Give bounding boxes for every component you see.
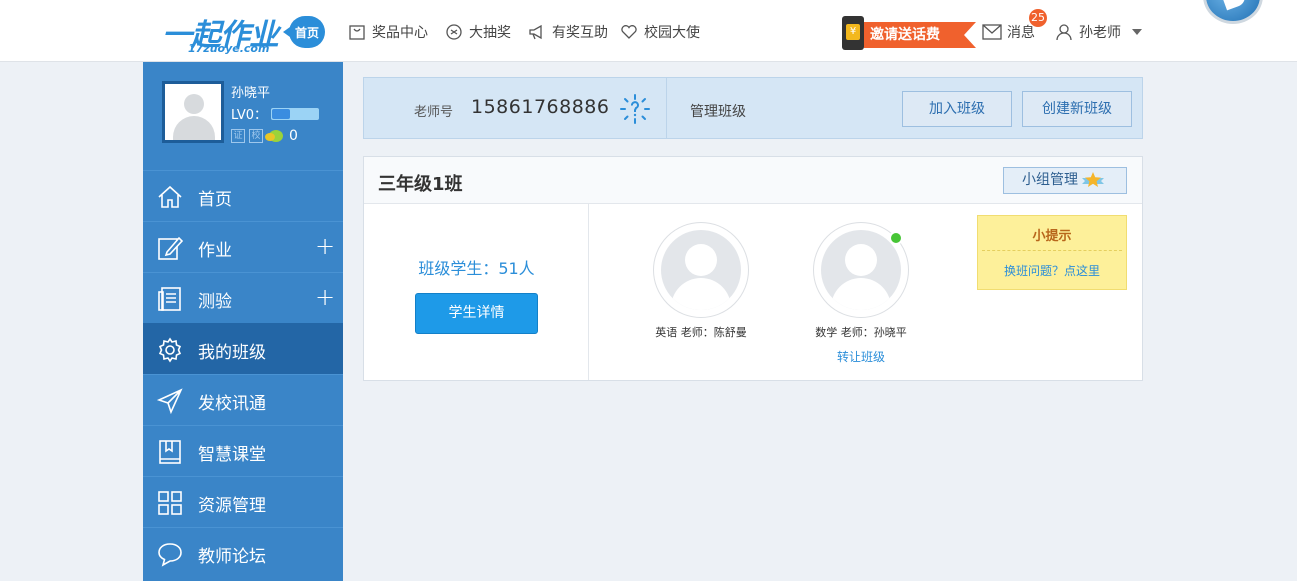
gift-bag-icon — [349, 25, 365, 40]
manage-class-label: 管理班级 — [690, 104, 746, 120]
chat-icon — [158, 543, 182, 567]
sidebar-item-label: 测验 — [198, 292, 232, 312]
corner-avatar[interactable] — [1203, 0, 1263, 24]
chevron-down-icon — [1132, 29, 1142, 35]
sidebar: 孙晓平 LV0： 证 校 0 首页 作业 + 测验 + 我的班级 发校讯通 智慧… — [143, 62, 343, 581]
expand-plus-icon[interactable]: + — [315, 283, 335, 311]
tip-box: 小提示 换班问题？点这里 — [977, 215, 1127, 290]
profile-card: 孙晓平 LV0： 证 校 0 — [143, 62, 343, 170]
nav-label: 有奖互助 — [552, 25, 608, 41]
coin-count: 0 — [289, 128, 298, 144]
star-badge-icon — [1082, 172, 1104, 187]
sidebar-item-label: 智慧课堂 — [198, 445, 266, 465]
divider — [666, 78, 667, 138]
send-icon — [157, 388, 183, 414]
sidebar-item-school-message[interactable]: 发校讯通 — [143, 374, 343, 425]
lottery-icon — [446, 24, 462, 40]
transfer-class-link[interactable]: 转让班级 — [785, 348, 937, 365]
logo-domain: 17zuoye.com — [188, 42, 270, 55]
nav-lottery[interactable]: 大抽奖 — [445, 22, 511, 42]
profile-level: LV0： — [231, 104, 319, 123]
messages-label: 消息 — [1007, 25, 1035, 41]
teacher-id-number: 15861768886 — [471, 96, 610, 118]
teacher-name: 数学 老师：孙晓平 — [815, 326, 907, 339]
top-header: 一起作业 17zuoye.com 首页 奖品中心 大抽奖 有奖互助 校园大使 邀… — [0, 0, 1297, 62]
sidebar-item-resources[interactable]: 资源管理 — [143, 476, 343, 527]
sidebar-item-homework[interactable]: 作业 + — [143, 221, 343, 272]
expand-plus-icon[interactable]: + — [315, 232, 335, 260]
nav-label: 校园大使 — [644, 25, 700, 41]
class-card: 三年级1班 小组管理 班级学生：51人 学生详情 英语 老师：陈舒曼 数学 老师… — [363, 156, 1143, 381]
messages-link[interactable]: 消息 — [982, 22, 1035, 42]
profile-name: 孙晓平 — [231, 86, 271, 101]
sidebar-item-smart-class[interactable]: 智慧课堂 — [143, 425, 343, 476]
edit-icon — [158, 236, 183, 260]
heart-icon — [621, 25, 637, 39]
sidebar-item-forum[interactable]: 教师论坛 — [143, 527, 343, 578]
join-class-button[interactable]: 加入班级 — [902, 91, 1012, 127]
tip-divider — [982, 250, 1122, 251]
user-name: 孙老师 — [1079, 25, 1121, 41]
nav-label: 奖品中心 — [372, 25, 428, 41]
teacher-id-label: 老师号 — [414, 105, 454, 120]
group-management-label: 小组管理 — [1022, 172, 1078, 188]
grid-icon — [158, 491, 182, 515]
question-help-icon[interactable] — [619, 93, 651, 125]
sidebar-menu: 首页 作业 + 测验 + 我的班级 发校讯通 智慧课堂 资源管理 教师论坛 — [143, 170, 343, 578]
sidebar-item-label: 资源管理 — [198, 496, 266, 516]
book-icon — [159, 440, 181, 464]
avatar[interactable] — [162, 81, 224, 143]
student-count: 班级学生：51人 — [418, 259, 535, 278]
coin-icon — [265, 130, 283, 142]
class-title: 三年级1班 — [378, 174, 463, 195]
sidebar-item-label: 作业 — [198, 241, 232, 261]
teacher-id-bar: 老师号 15861768886 管理班级 加入班级 创建新班级 — [363, 77, 1143, 139]
level-label: LV0： — [231, 108, 267, 123]
teacher-name: 英语 老师：陈舒曼 — [655, 326, 747, 339]
level-progress-bar — [270, 107, 319, 120]
user-icon — [1056, 24, 1072, 41]
sidebar-item-label: 教师论坛 — [198, 547, 266, 567]
school-badge[interactable]: 校 — [249, 129, 263, 143]
change-class-help-link[interactable]: 换班问题？点这里 — [978, 262, 1126, 279]
sidebar-item-label: 我的班级 — [198, 343, 266, 363]
tip-title: 小提示 — [1032, 229, 1072, 244]
class-card-header: 三年级1班 小组管理 — [364, 157, 1142, 204]
nav-label: 大抽奖 — [469, 25, 511, 41]
student-details-button[interactable]: 学生详情 — [415, 293, 538, 334]
home-badge[interactable]: 首页 — [283, 16, 325, 48]
sidebar-item-label: 发校讯通 — [198, 394, 266, 414]
megaphone-icon — [529, 24, 542, 40]
class-students-panel: 班级学生：51人 学生详情 — [364, 204, 589, 380]
nav-prize-center[interactable]: 奖品中心 — [348, 22, 428, 42]
phone-coin-icon — [842, 16, 864, 50]
create-class-button[interactable]: 创建新班级 — [1022, 91, 1132, 127]
envelope-icon — [982, 24, 1002, 40]
invite-label: 邀请送话费 — [864, 22, 976, 48]
cert-badge[interactable]: 证 — [231, 129, 245, 143]
group-management-button[interactable]: 小组管理 — [1003, 167, 1127, 194]
profile-badges: 证 校 0 — [231, 128, 298, 144]
nav-campus-ambassador[interactable]: 校园大使 — [620, 22, 700, 42]
sidebar-item-home[interactable]: 首页 — [143, 170, 343, 221]
gear-icon — [158, 337, 182, 363]
sidebar-item-label: 首页 — [198, 190, 232, 210]
nav-mutual-help[interactable]: 有奖互助 — [528, 22, 608, 42]
site-logo[interactable]: 一起作业 17zuoye.com — [162, 8, 282, 56]
messages-count-badge: 25 — [1029, 9, 1047, 27]
sidebar-item-my-class[interactable]: 我的班级 — [143, 323, 343, 374]
teacher-avatar[interactable] — [653, 222, 749, 318]
quiz-icon — [158, 287, 181, 311]
sidebar-item-quiz[interactable]: 测验 + — [143, 272, 343, 323]
online-status-dot — [889, 231, 903, 245]
home-icon — [158, 185, 182, 208]
user-menu[interactable]: 孙老师 — [1055, 22, 1143, 42]
